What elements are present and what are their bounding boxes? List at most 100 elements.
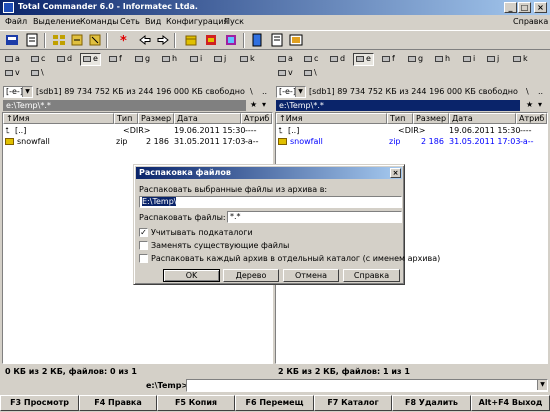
- f6-move-button[interactable]: F6 Перемещ: [235, 395, 314, 411]
- drive-g-left[interactable]: g: [135, 54, 150, 65]
- overwrite-checkbox[interactable]: [139, 241, 148, 250]
- drive-root-left[interactable]: \: [31, 68, 44, 79]
- drive-e-right[interactable]: e: [353, 53, 374, 66]
- back-icon[interactable]: [138, 33, 152, 47]
- drive-d-right[interactable]: d: [330, 54, 345, 65]
- help-button[interactable]: Справка: [343, 269, 400, 282]
- drive-icon: [278, 55, 286, 62]
- pack-icon[interactable]: [184, 33, 198, 47]
- separate-dir-checkbox[interactable]: [139, 254, 148, 263]
- menu-commands[interactable]: Команды: [80, 17, 119, 26]
- unpack-icon[interactable]: [204, 33, 218, 47]
- drive-f-right[interactable]: f: [382, 54, 395, 65]
- invert-selection-icon[interactable]: [88, 33, 102, 47]
- select-group-icon[interactable]: [52, 33, 66, 47]
- image-viewer-icon[interactable]: [289, 33, 303, 47]
- left-up-button[interactable]: ..: [262, 87, 267, 96]
- drive-h-left[interactable]: h: [162, 54, 177, 65]
- drive-a-right[interactable]: a: [278, 54, 293, 65]
- column-attr[interactable]: Атриб: [516, 113, 547, 124]
- column-date[interactable]: Дата: [174, 113, 241, 124]
- drive-d-left[interactable]: d: [57, 54, 72, 65]
- drive-j-right[interactable]: j: [487, 54, 499, 65]
- drive-i-left[interactable]: i: [190, 54, 202, 65]
- right-drive-combo[interactable]: [-e-] ▼: [276, 86, 306, 98]
- toolbar-separator: [174, 33, 176, 48]
- minimize-button[interactable]: _: [504, 2, 517, 13]
- right-hotlist-button[interactable]: ★: [526, 100, 533, 109]
- refresh-icon[interactable]: [5, 33, 19, 47]
- f5-copy-button[interactable]: F5 Копия: [157, 395, 235, 411]
- dest-path-input[interactable]: E:\Temp\: [139, 196, 402, 208]
- column-name[interactable]: ↑Имя: [3, 113, 114, 124]
- menu-file[interactable]: Файл: [5, 17, 27, 26]
- column-type[interactable]: Тип: [114, 113, 138, 124]
- menu-start[interactable]: Пуск: [224, 17, 244, 26]
- drive-a-left[interactable]: a: [5, 54, 20, 65]
- menu-view[interactable]: Вид: [145, 17, 161, 26]
- menu-selection[interactable]: Выделение: [33, 17, 81, 26]
- right-up-button[interactable]: ..: [538, 87, 543, 96]
- column-name[interactable]: ↑Имя: [276, 113, 387, 124]
- drive-j-left[interactable]: j: [214, 54, 226, 65]
- table-row[interactable]: ⮤ [..] <DIR> 19.06.2011 15:30 ----: [276, 125, 547, 136]
- table-row[interactable]: ⮤ [..] <DIR> 19.06.2011 15:30 ----: [3, 125, 272, 136]
- left-drive-combo[interactable]: [-e-] ▼: [3, 86, 33, 98]
- right-history-button[interactable]: ▾: [538, 100, 542, 109]
- left-root-button[interactable]: \: [250, 87, 253, 96]
- right-root-button[interactable]: \: [526, 87, 529, 96]
- close-button[interactable]: ×: [534, 2, 547, 13]
- drive-v-right[interactable]: v: [278, 68, 293, 79]
- table-row[interactable]: snowfall zip 2 186 31.05.2011 17:03 -a--: [3, 136, 272, 147]
- table-row-selected[interactable]: snowfall zip 2 186 31.05.2011 17:03 -a--: [276, 136, 547, 147]
- f4-edit-button[interactable]: F4 Правка: [79, 395, 157, 411]
- drive-icon: [162, 55, 170, 62]
- tree-button[interactable]: Дерево: [223, 269, 279, 282]
- f3-view-button[interactable]: F3 Просмотр: [0, 395, 79, 411]
- drive-f-left[interactable]: f: [109, 54, 122, 65]
- f8-delete-button[interactable]: F8 Удалить: [392, 395, 471, 411]
- compare-icon[interactable]: *: [118, 33, 132, 49]
- subdirs-checkbox[interactable]: ✓: [139, 228, 148, 237]
- left-path-bar[interactable]: e:\Temp\*.*: [3, 100, 246, 111]
- chevron-down-icon: ▼: [295, 87, 305, 97]
- unselect-icon[interactable]: [70, 33, 84, 47]
- maximize-button[interactable]: □: [518, 2, 531, 13]
- drive-icon: [5, 69, 13, 76]
- alt-f4-exit-button[interactable]: Alt+F4 Выход: [471, 395, 550, 411]
- menu-net[interactable]: Сеть: [120, 17, 140, 26]
- brief-view-icon[interactable]: [25, 33, 39, 47]
- menu-help[interactable]: Справка: [513, 17, 548, 26]
- drive-i-right[interactable]: i: [463, 54, 475, 65]
- svg-text:*: *: [120, 34, 127, 47]
- column-type[interactable]: Тип: [387, 113, 413, 124]
- notepad-icon[interactable]: [270, 33, 284, 47]
- forward-icon[interactable]: [156, 33, 170, 47]
- column-size[interactable]: Размер: [138, 113, 174, 124]
- ok-button[interactable]: OK: [163, 269, 220, 282]
- cancel-button[interactable]: Отмена: [283, 269, 339, 282]
- copy-names-icon[interactable]: [250, 33, 264, 47]
- drive-v-left[interactable]: v: [5, 68, 20, 79]
- drive-c-left[interactable]: c: [31, 54, 45, 65]
- drive-icon: [57, 55, 65, 62]
- drive-k-left[interactable]: k: [240, 54, 255, 65]
- command-line-input[interactable]: ▼: [186, 379, 548, 392]
- f7-mkdir-button[interactable]: F7 Каталог: [314, 395, 392, 411]
- menu-config[interactable]: Конфигурация: [166, 17, 228, 26]
- mask-input[interactable]: *.*: [227, 211, 402, 223]
- drive-c-right[interactable]: c: [304, 54, 318, 65]
- drive-root-right[interactable]: \: [304, 68, 317, 79]
- drive-g-right[interactable]: g: [408, 54, 423, 65]
- drive-h-right[interactable]: h: [435, 54, 450, 65]
- drive-e-left[interactable]: e: [80, 53, 101, 66]
- right-path-bar[interactable]: e:\Temp\*.*: [276, 100, 520, 111]
- column-size[interactable]: Размер: [413, 113, 449, 124]
- multi-rename-icon[interactable]: [224, 33, 238, 47]
- left-history-button[interactable]: ▾: [262, 100, 266, 109]
- dialog-close-button[interactable]: ×: [390, 168, 401, 178]
- column-attr[interactable]: Атриб: [241, 113, 272, 124]
- column-date[interactable]: Дата: [449, 113, 516, 124]
- drive-k-right[interactable]: k: [513, 54, 528, 65]
- left-hotlist-button[interactable]: ★: [250, 100, 257, 109]
